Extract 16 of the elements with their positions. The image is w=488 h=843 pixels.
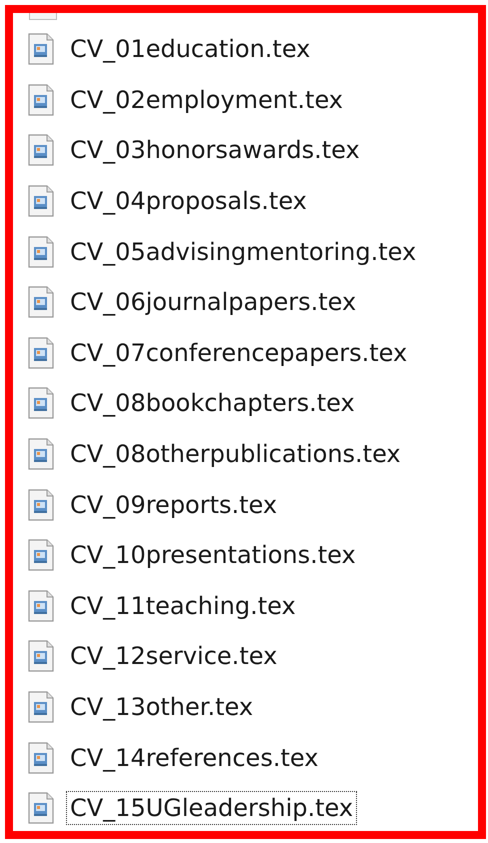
file-name[interactable]: CV_11teaching.tex [66, 588, 300, 623]
file-name[interactable]: CV_06journalpapers.tex [66, 285, 360, 320]
file-name[interactable]: CV_03honorsawards.tex [66, 133, 364, 168]
file-name[interactable]: CV_07conferencepapers.tex [66, 336, 412, 370]
file-name[interactable]: CV_05advisingmentoring.tex [66, 234, 420, 269]
file-name[interactable]: CV_01education.tex [66, 32, 314, 66]
file-name[interactable]: CV_02employment.tex [66, 82, 347, 117]
file-name[interactable]: CV_08bookchapters.tex [66, 386, 359, 420]
file-name[interactable]: CV_13other.tex [66, 690, 258, 724]
file-name[interactable]: CV_04proposals.tex [66, 184, 311, 218]
file-name[interactable]: CV_08otherpublications.tex [66, 437, 405, 472]
file-name[interactable]: CV_14references.tex [66, 740, 322, 775]
file-name[interactable]: CV_09reports.tex [66, 488, 282, 522]
file-name[interactable]: CV_15UGleadership.tex [66, 791, 358, 826]
file-name[interactable]: CV_12service.tex [66, 639, 282, 674]
file-name[interactable]: CV_10presentations.tex [66, 538, 360, 572]
